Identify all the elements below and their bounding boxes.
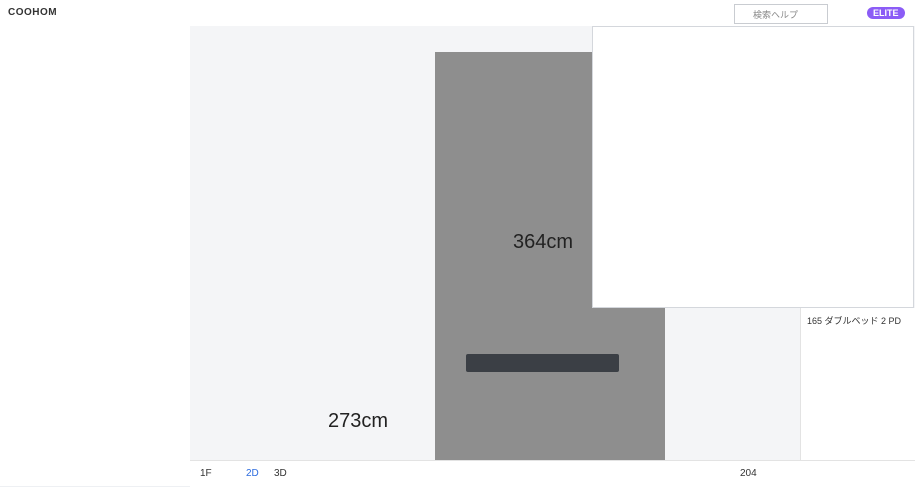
- help-search-placeholder: 検索ヘルプ: [753, 10, 799, 20]
- floor-selector[interactable]: 1F: [200, 468, 212, 479]
- zoom-value: 204: [740, 468, 757, 479]
- floating-toolbar[interactable]: [466, 354, 619, 372]
- dimension-width: 273cm: [328, 410, 389, 432]
- left-rail: [0, 26, 37, 486]
- props-title: 165 ダブルベッド 2 PD: [807, 316, 902, 326]
- preview-3d-panel[interactable]: [592, 26, 914, 308]
- mode-2d[interactable]: 2D: [246, 468, 259, 479]
- bottom-toolbar: 1F 2D 3D 204: [190, 460, 915, 487]
- top-toolbar: COOHOM 検索ヘルプ ELITE: [0, 0, 915, 27]
- user-badge[interactable]: ELITE: [867, 7, 905, 19]
- help-search[interactable]: 検索ヘルプ: [734, 4, 828, 24]
- brand-logo: COOHOM: [8, 7, 58, 18]
- dimension-height: 364cm: [513, 231, 574, 253]
- mode-3d[interactable]: 3D: [274, 468, 287, 479]
- catalog-panel: [36, 26, 191, 486]
